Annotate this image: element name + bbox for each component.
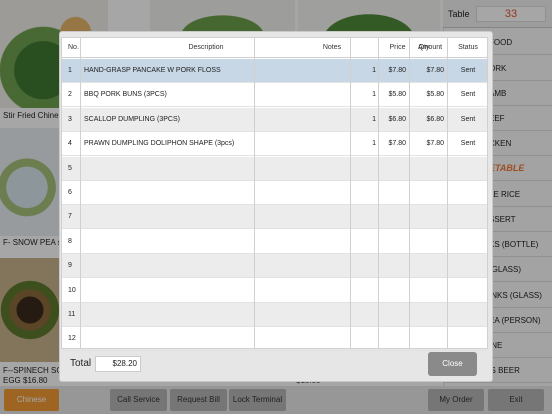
cell-price: $7.80 [388,67,406,74]
total-value: $28.20 [95,356,141,372]
cell-no: 7 [68,213,72,221]
cell-no: 2 [68,91,72,99]
column-header-status: Status [458,44,478,51]
cell-status: Sent [460,115,476,123]
cell-qty: 1 [372,115,376,123]
total-label: Total [70,358,92,369]
cell-no: 11 [68,311,76,318]
column-divider [80,38,81,348]
table-row[interactable]: 9 [62,254,487,279]
column-divider [378,38,379,348]
table-row[interactable]: 11 [62,303,487,327]
cell-status: Sent [460,67,476,74]
table-row[interactable]: 3 SCALLOP DUMPLING (3PCS) 1 $6.80 $6.80 Sent [62,107,487,132]
cell-no: 5 [68,164,72,172]
table-row[interactable]: 12 [62,327,487,352]
column-header-notes: Notes [322,44,342,51]
cell-description: BBQ PORK BUNS (3PCS) [84,91,167,99]
cell-status: Sent [460,91,476,99]
column-header-amount: Amount [417,44,443,51]
cell-qty: 1 [372,67,376,74]
column-divider [447,38,448,348]
table-row[interactable]: 4 PRAWN DUMPLING DOLIPHON SHAPE (3pcs) 1 $7… [62,132,487,157]
cell-status: Sent [460,140,476,148]
table-row[interactable]: 2 BBQ PORK BUNS (3PCS) 1 $5.80 $5.80 Sent [62,83,487,108]
table-row[interactable]: 10 [62,279,487,303]
column-header-no: No. [68,44,79,51]
order-table: No. Description Notes Qty Price Amount S… [61,37,488,352]
cell-price: $6.80 [388,115,406,123]
cell-no: 8 [68,237,72,245]
cell-amount: $7.80 [426,67,444,74]
column-divider [350,38,351,348]
cell-amount: $7.80 [426,140,444,148]
cell-amount: $5.80 [426,91,444,99]
column-divider [409,38,410,348]
close-button[interactable]: Close [428,352,477,376]
cell-no: 9 [68,262,72,270]
cell-no: 6 [68,189,72,196]
cell-no: 1 [68,67,72,74]
cell-no: 10 [68,286,76,294]
cell-no: 3 [68,115,72,123]
cell-no: 12 [68,335,76,343]
cell-description: PRAWN DUMPLING DOLIPHON SHAPE (3pcs) [84,140,235,148]
cell-price: $5.80 [388,91,406,99]
column-header-description: Description [188,44,224,51]
table-row[interactable]: 7 [62,205,487,230]
cell-description: HAND-GRASP PANCAKE W PORK FLOSS [84,67,221,74]
cell-amount: $6.80 [426,115,444,123]
cell-qty: 1 [372,91,376,99]
table-row[interactable]: 1 HAND-GRASP PANCAKE W PORK FLOSS 1 $7.80 $7… [62,59,487,83]
cell-no: 4 [68,140,72,148]
cell-description: SCALLOP DUMPLING (3PCS) [84,115,180,123]
cell-price: $7.80 [388,140,406,148]
table-row[interactable]: 6 [62,181,487,205]
table-row[interactable]: 8 [62,230,487,254]
table-header-row: No. Description Notes Qty Price Amount S… [62,38,487,58]
column-divider [254,38,255,348]
cell-qty: 1 [372,140,376,148]
table-row[interactable]: 5 [62,156,487,181]
